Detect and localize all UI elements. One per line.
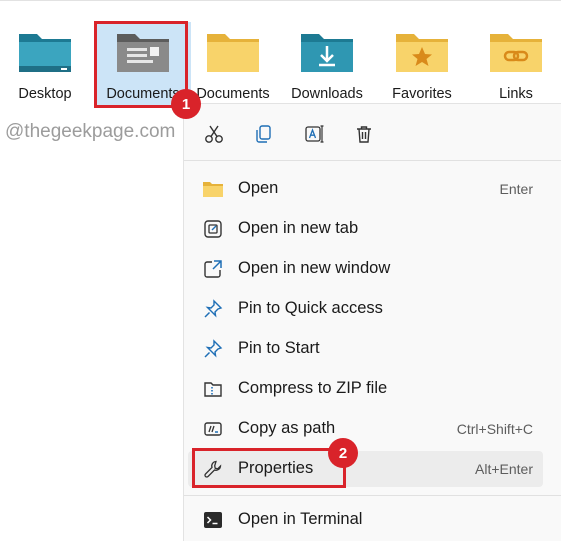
copy-icon	[256, 125, 271, 143]
menu-separator	[184, 160, 561, 161]
menu-separator	[184, 495, 561, 496]
desktop-folder-icon	[19, 34, 71, 72]
new-tab-icon	[202, 218, 224, 240]
rename-button[interactable]	[298, 118, 330, 150]
menu-item-shortcut: Enter	[499, 181, 533, 197]
folder-label: Links	[499, 86, 533, 102]
favorites-folder-icon	[396, 34, 448, 72]
menu-item-label: Pin to Quick access	[238, 299, 383, 317]
pin-icon	[202, 338, 224, 360]
copy-path-icon	[202, 418, 224, 440]
menu-item-label: Pin to Start	[238, 339, 320, 357]
terminal-icon	[202, 509, 224, 531]
menu-item-shortcut: Alt+Enter	[475, 461, 533, 477]
folder-desktop[interactable]: Desktop	[0, 22, 93, 108]
watermark: @thegeekpage.com	[5, 121, 176, 142]
folder-label: Downloads	[291, 86, 363, 102]
window-top-border	[0, 0, 561, 1]
menu-item-label: Open in Terminal	[238, 510, 363, 528]
menu-item-pin-start[interactable]: Pin to Start	[188, 331, 543, 367]
folder-label: Favorites	[392, 86, 452, 102]
step-badge-2: 2	[328, 438, 358, 468]
new-window-icon	[202, 258, 224, 280]
menu-item-shortcut: Ctrl+Shift+C	[456, 421, 533, 437]
menu-item-label: Copy as path	[238, 419, 336, 437]
downloads-folder-icon	[301, 34, 353, 72]
copy-button[interactable]	[248, 118, 280, 150]
folder-label: Desktop	[18, 86, 72, 102]
menu-item-label: Open	[238, 179, 279, 197]
folder-downloads[interactable]: Downloads	[279, 22, 375, 108]
step-badge-1: 1	[171, 89, 201, 119]
menu-item-pin-quick-access[interactable]: Pin to Quick access	[188, 291, 543, 327]
menu-item-open-new-window[interactable]: Open in new window	[188, 251, 543, 287]
trash-icon	[357, 126, 371, 143]
menu-item-label: Open in new tab	[238, 219, 359, 237]
zip-folder-icon	[202, 378, 224, 400]
delete-button[interactable]	[348, 118, 380, 150]
quick-actions-row	[184, 104, 561, 160]
highlight-box-properties	[192, 448, 346, 488]
menu-item-label: Compress to ZIP file	[238, 379, 388, 397]
rename-icon	[305, 125, 324, 143]
folder-favorites[interactable]: Favorites	[374, 22, 470, 108]
menu-item-open-terminal[interactable]: Open in Terminal	[188, 502, 543, 538]
scissors-icon	[205, 125, 223, 143]
folder-links[interactable]: Links	[468, 22, 561, 108]
folder-open-icon	[202, 178, 224, 200]
menu-item-label: Open in new window	[238, 259, 391, 277]
pin-icon	[202, 298, 224, 320]
links-folder-icon	[490, 34, 542, 72]
menu-item-compress-zip[interactable]: Compress to ZIP file	[188, 371, 543, 407]
folder-documents[interactable]: Documents	[185, 22, 281, 108]
menu-item-open[interactable]: Open Enter	[188, 171, 543, 207]
menu-item-open-new-tab[interactable]: Open in new tab	[188, 211, 543, 247]
cut-button[interactable]	[198, 118, 230, 150]
menu-item-copy-as-path[interactable]: Copy as path Ctrl+Shift+C	[188, 411, 543, 447]
folder-icon	[207, 34, 259, 72]
